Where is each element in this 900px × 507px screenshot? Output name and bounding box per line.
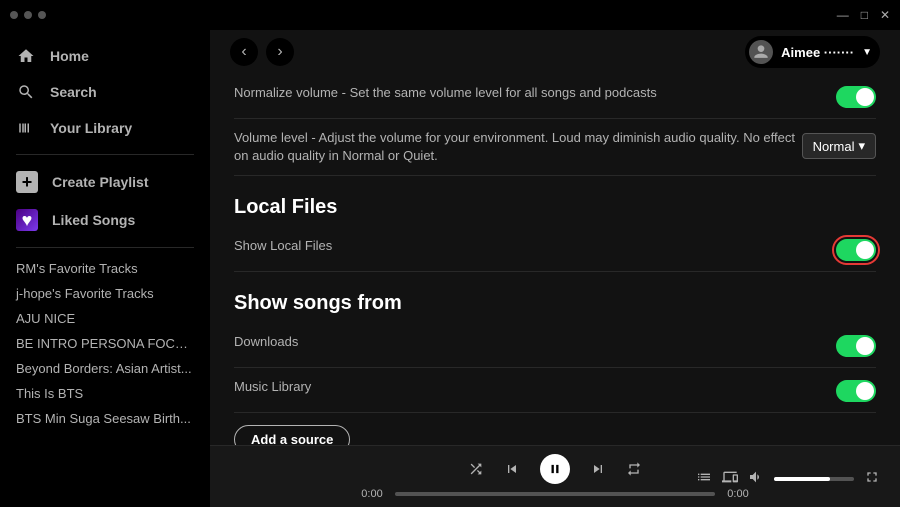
shuffle-button[interactable] xyxy=(468,461,484,477)
topbar-nav: ‹ › xyxy=(230,38,294,66)
total-time: 0:00 xyxy=(723,488,753,500)
playlist-item-2[interactable]: AJU NICE xyxy=(0,306,210,331)
settings-content[interactable]: Normalize volume - Set the same volume l… xyxy=(210,74,900,445)
sidebar-divider-2 xyxy=(16,247,194,248)
sidebar-item-library[interactable]: Your Library xyxy=(0,110,210,146)
volume-level-value: Normal xyxy=(813,139,855,154)
titlebar-dot-1 xyxy=(10,11,18,19)
volume-fill xyxy=(774,477,830,481)
sidebar-item-home[interactable]: Home xyxy=(0,38,210,74)
sidebar-divider-1 xyxy=(16,154,194,155)
volume-level-dropdown[interactable]: Normal ▾ xyxy=(802,133,876,159)
user-name: Aimee ······· xyxy=(781,45,854,60)
volume-button[interactable] xyxy=(748,469,764,489)
downloads-text: Downloads xyxy=(234,333,298,351)
music-library-toggle[interactable] xyxy=(836,380,876,402)
home-icon xyxy=(16,46,36,66)
playlist-item-3[interactable]: BE INTRO PERSONA FOCU... xyxy=(0,331,210,356)
content-area: ‹ › Aimee ······· ▼ Normalize volume - S… xyxy=(210,30,900,507)
normalize-volume-row: Normalize volume - Set the same volume l… xyxy=(234,74,876,119)
downloads-knob xyxy=(856,337,874,355)
current-time: 0:00 xyxy=(357,488,387,500)
minimize-button[interactable]: — xyxy=(837,8,849,22)
music-library-row: Music Library xyxy=(234,368,876,413)
volume-level-text: Volume level - Adjust the volume for you… xyxy=(234,129,802,165)
downloads-toggle[interactable] xyxy=(836,335,876,357)
main-layout: Home Search Your Library + Create Playli… xyxy=(0,30,900,507)
next-button[interactable] xyxy=(590,461,606,477)
play-pause-button[interactable] xyxy=(540,454,570,484)
maximize-button[interactable]: □ xyxy=(861,8,868,22)
sidebar: Home Search Your Library + Create Playli… xyxy=(0,30,210,507)
close-button[interactable]: ✕ xyxy=(880,8,890,22)
show-songs-from-title: Show songs from xyxy=(234,272,876,323)
sidebar-home-label: Home xyxy=(50,48,89,64)
queue-button[interactable] xyxy=(696,469,712,489)
titlebar-dot-2 xyxy=(24,11,32,19)
liked-songs-icon: ♥ xyxy=(16,209,38,231)
music-library-text: Music Library xyxy=(234,378,311,396)
repeat-button[interactable] xyxy=(626,461,642,477)
player-area: 0:00 0:00 xyxy=(210,445,900,507)
sidebar-search-label: Search xyxy=(50,84,97,100)
sidebar-library-label: Your Library xyxy=(50,120,132,136)
normalize-volume-toggle[interactable] xyxy=(836,86,876,108)
volume-bar[interactable] xyxy=(774,477,854,481)
titlebar-dot-3 xyxy=(38,11,46,19)
volume-dropdown-chevron-icon: ▾ xyxy=(858,138,865,154)
playlist-item-1[interactable]: j-hope's Favorite Tracks xyxy=(0,281,210,306)
forward-button[interactable]: › xyxy=(266,38,294,66)
search-icon xyxy=(16,82,36,102)
titlebar-dots xyxy=(10,11,46,19)
topbar: ‹ › Aimee ······· ▼ xyxy=(210,30,900,74)
avatar xyxy=(749,40,773,64)
playlist-item-6[interactable]: BTS Min Suga Seesaw Birth... xyxy=(0,406,210,431)
sidebar-create-playlist-label: Create Playlist xyxy=(52,174,149,190)
add-source-label: Add a source xyxy=(251,432,333,445)
volume-level-row: Volume level - Adjust the volume for you… xyxy=(234,119,876,176)
show-local-files-toggle[interactable] xyxy=(836,239,876,261)
playlist-item-4[interactable]: Beyond Borders: Asian Artist... xyxy=(0,356,210,381)
show-local-files-knob xyxy=(856,241,874,259)
user-area[interactable]: Aimee ······· ▼ xyxy=(745,36,880,68)
playlist-item-0[interactable]: RM's Favorite Tracks xyxy=(0,256,210,281)
titlebar: — □ ✕ xyxy=(0,0,900,30)
show-local-files-text: Show Local Files xyxy=(234,237,332,255)
normalize-volume-knob xyxy=(856,88,874,106)
show-local-files-row: Show Local Files xyxy=(234,227,876,272)
progress-bar[interactable] xyxy=(395,492,715,496)
music-library-knob xyxy=(856,382,874,400)
sidebar-liked-songs-label: Liked Songs xyxy=(52,212,135,228)
player-right-controls xyxy=(696,469,880,489)
player-progress: 0:00 0:00 xyxy=(226,488,884,500)
downloads-row: Downloads xyxy=(234,323,876,368)
add-source-container: Add a source xyxy=(234,413,876,445)
library-icon xyxy=(16,118,36,138)
sidebar-item-create-playlist[interactable]: + Create Playlist xyxy=(0,163,210,201)
local-files-title: Local Files xyxy=(234,176,876,227)
add-source-button[interactable]: Add a source xyxy=(234,425,350,445)
create-playlist-icon: + xyxy=(16,171,38,193)
playlist-item-5[interactable]: This Is BTS xyxy=(0,381,210,406)
fullscreen-button[interactable] xyxy=(864,469,880,489)
titlebar-controls: — □ ✕ xyxy=(837,8,890,22)
back-button[interactable]: ‹ xyxy=(230,38,258,66)
chevron-down-icon: ▼ xyxy=(862,47,872,58)
normalize-volume-text: Normalize volume - Set the same volume l… xyxy=(234,84,657,102)
sidebar-item-search[interactable]: Search xyxy=(0,74,210,110)
devices-button[interactable] xyxy=(722,469,738,489)
previous-button[interactable] xyxy=(504,461,520,477)
sidebar-item-liked-songs[interactable]: ♥ Liked Songs xyxy=(0,201,210,239)
